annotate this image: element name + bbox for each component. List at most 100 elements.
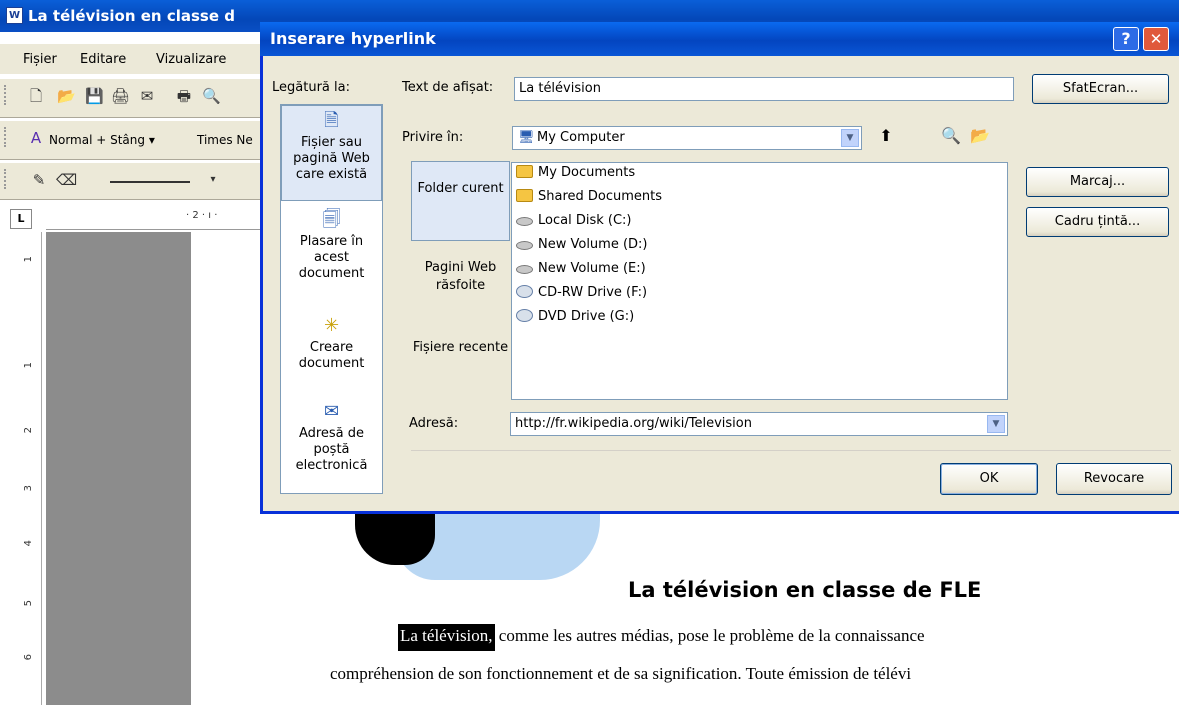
cd-drive-icon	[516, 309, 533, 322]
line-style-preview[interactable]	[110, 181, 190, 183]
style-value: Normal + Stâng	[49, 133, 145, 147]
vertical-ruler[interactable]: 1 1 2 3 4 5 6	[20, 232, 42, 705]
list-item[interactable]: New Volume (D:)	[516, 237, 648, 252]
look-in-value: My Computer	[537, 130, 625, 145]
eraser-icon[interactable]: ⌫	[56, 171, 77, 189]
folder-bar: Folder curent Pagini Web răsfoite Fișier…	[411, 159, 510, 454]
file-list[interactable]: My Documents Shared Documents Local Disk…	[511, 162, 1008, 400]
my-computer-icon: 🖥	[518, 130, 535, 145]
ruler-number: 5	[23, 600, 34, 607]
ruler-marks: · 2 · ı ·	[186, 210, 218, 221]
open-icon[interactable]: 📂	[57, 87, 76, 105]
address-input[interactable]: http://fr.wikipedia.org/wiki/Television …	[510, 412, 1008, 436]
horizontal-ruler[interactable]: · 2 · ı ·	[46, 205, 266, 230]
divider	[411, 450, 1171, 451]
email-icon[interactable]: ✉	[138, 87, 156, 105]
file-name: DVD Drive (G:)	[538, 309, 635, 324]
dialog-title: Inserare hyperlink	[270, 29, 436, 48]
close-button[interactable]: ✕	[1143, 27, 1169, 51]
word-title-text: La télévision en classe d	[28, 7, 235, 25]
list-item[interactable]: Local Disk (C:)	[516, 213, 631, 228]
help-button[interactable]: ?	[1113, 27, 1139, 51]
standard-toolbar: 🗋 📂 💾 🖨 ✉ 🖶 🔍	[0, 78, 270, 118]
document-paragraph-2[interactable]: compréhension de son fonctionnement et d…	[330, 664, 911, 684]
file-name: My Documents	[538, 165, 636, 180]
toolbar-grip[interactable]	[4, 169, 7, 189]
web-page-icon: 🗎	[324, 110, 339, 131]
browsed-pages-button[interactable]: Pagini Web răsfoite	[411, 259, 510, 319]
print-icon[interactable]: 🖶	[175, 87, 193, 105]
line-style-dropdown-icon[interactable]: ▾	[204, 171, 222, 189]
drawing-toolbar: ✎ ⌫ ▾	[0, 162, 270, 200]
browse-web-icon[interactable]: 🔍	[938, 124, 964, 150]
ok-button[interactable]: OK	[940, 463, 1038, 495]
cancel-button[interactable]: Revocare	[1056, 463, 1172, 495]
link-place-in-document[interactable]: 🗐 Plasare în acest document	[281, 209, 382, 291]
ruler-number: 1	[23, 362, 34, 369]
list-item[interactable]: My Documents	[516, 165, 635, 180]
selected-text[interactable]: La télévision,	[398, 624, 495, 651]
menu-edit[interactable]: Editare	[80, 52, 126, 67]
browse-file-icon[interactable]: 📂	[967, 124, 993, 150]
dialog-title-bar[interactable]: Inserare hyperlink ? ✕	[260, 22, 1179, 56]
page-margin-area	[46, 232, 191, 705]
styles-icon[interactable]: A	[27, 129, 45, 147]
new-icon[interactable]: 🗋	[27, 87, 45, 105]
link-to-item-label: Creare document	[298, 340, 365, 371]
toolbar-grip[interactable]	[4, 127, 7, 147]
address-value: http://fr.wikipedia.org/wiki/Television	[515, 416, 752, 431]
document-paragraph-1[interactable]: La télévision, comme les autres médias, …	[398, 624, 925, 651]
new-document-icon: ✳	[323, 315, 340, 336]
tab-selector[interactable]: L	[10, 209, 32, 229]
list-item[interactable]: DVD Drive (G:)	[516, 309, 634, 324]
formatting-toolbar: A Normal + Stâng ▾ Times Ne	[0, 120, 270, 160]
menu-file[interactable]: Fișier	[23, 52, 57, 67]
chevron-down-icon[interactable]: ▼	[987, 415, 1005, 433]
toolbar-grip[interactable]	[4, 85, 7, 105]
save-icon[interactable]: 💾	[85, 87, 104, 105]
list-item[interactable]: New Volume (E:)	[516, 261, 646, 276]
link-create-new-document[interactable]: ✳ Creare document	[281, 315, 382, 379]
paragraph-text: comme les autres médias, pose le problèm…	[494, 626, 925, 645]
folder-icon	[516, 165, 533, 178]
document-heading: La télévision en classe de FLE	[628, 578, 982, 602]
email-icon: ✉	[323, 401, 340, 422]
link-to-bar: 🗎 Fișier sau pagină Web care există 🗐 Pl…	[280, 104, 383, 494]
link-to-label: Legătură la:	[272, 80, 350, 95]
link-existing-file-or-web-page[interactable]: 🗎 Fișier sau pagină Web care există	[281, 105, 382, 201]
list-item[interactable]: CD-RW Drive (F:)	[516, 285, 647, 300]
document-place-icon: 🗐	[322, 209, 341, 230]
look-in-dropdown[interactable]: 🖥 My Computer ▼	[512, 126, 862, 150]
bookmark-button[interactable]: Marcaj...	[1026, 167, 1169, 197]
pen-icon[interactable]: ✎	[30, 171, 48, 189]
chevron-down-icon[interactable]: ▼	[841, 129, 859, 147]
permission-icon[interactable]: 🖨	[111, 87, 130, 105]
cd-drive-icon	[516, 285, 533, 298]
menu-view[interactable]: Vizualizare	[156, 52, 226, 67]
list-item[interactable]: Shared Documents	[516, 189, 662, 204]
preview-icon[interactable]: 🔍	[202, 87, 221, 105]
up-folder-icon[interactable]: ⬆	[873, 124, 899, 150]
font-dropdown[interactable]: Times Ne	[197, 133, 253, 147]
address-label: Adresă:	[409, 416, 459, 431]
screentip-button[interactable]: SfatEcran...	[1032, 74, 1169, 104]
target-frame-button[interactable]: Cadru țintă...	[1026, 207, 1169, 237]
file-name: New Volume (E:)	[538, 261, 646, 276]
disk-icon	[516, 241, 533, 250]
word-menu-bar: Fișier Editare Vizualizare	[0, 44, 270, 74]
file-name: CD-RW Drive (F:)	[538, 285, 648, 300]
link-to-item-label: Adresă de poștă electronică	[295, 426, 368, 473]
file-name: Shared Documents	[538, 189, 663, 204]
ruler-number: 4	[23, 540, 34, 547]
style-dropdown[interactable]: Normal + Stâng ▾	[49, 133, 155, 147]
current-folder-button[interactable]: Folder curent	[411, 161, 510, 241]
file-name: Local Disk (C:)	[538, 213, 632, 228]
ruler-number: 3	[23, 485, 34, 492]
link-to-item-label: Fișier sau pagină Web care există	[293, 135, 370, 182]
ruler-number: 1	[23, 256, 34, 263]
recent-files-button[interactable]: Fișiere recente	[411, 339, 510, 399]
display-text-input[interactable]: La télévision	[514, 77, 1014, 101]
link-email-address[interactable]: ✉ Adresă de poștă electronică	[281, 401, 382, 491]
file-name: New Volume (D:)	[538, 237, 648, 252]
disk-icon	[516, 265, 533, 274]
